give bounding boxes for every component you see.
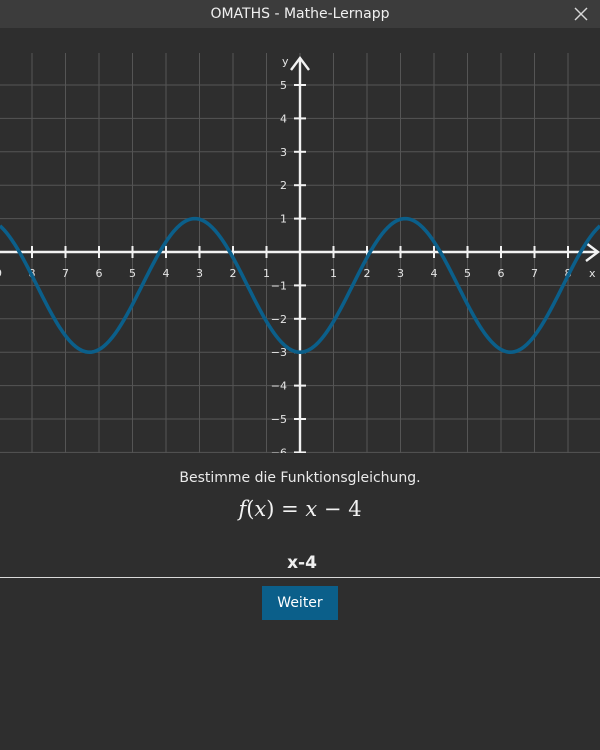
function-formula: f(x) = x − 4: [238, 497, 362, 521]
y-tick-label: 4: [280, 112, 287, 125]
x-axis-label: x: [589, 267, 596, 280]
close-icon[interactable]: [572, 5, 590, 23]
x-tick-label: 3: [397, 267, 404, 280]
y-tick-label: −5: [271, 413, 287, 426]
x-tick-label: 5: [464, 267, 471, 280]
x-tick-label: 3: [196, 267, 203, 280]
answer-input[interactable]: [0, 548, 600, 578]
x-tick-label: 5: [129, 267, 136, 280]
window-title: OMATHS - Mathe-Lernapp: [210, 6, 390, 22]
x-tick-label: 9: [0, 267, 2, 280]
y-tick-label: −4: [271, 380, 287, 393]
function-graph: xy9876543211234567854321−1−2−3−4−5−6: [0, 28, 600, 453]
x-tick-label: 4: [431, 267, 438, 280]
x-tick-label: 2: [364, 267, 371, 280]
x-tick-label: 4: [163, 267, 170, 280]
task-prompt: Bestimme die Funktionsgleichung.: [179, 470, 421, 486]
y-tick-label: −3: [271, 346, 287, 359]
y-tick-label: −2: [271, 313, 287, 326]
y-tick-label: 3: [280, 146, 287, 159]
y-tick-label: −6: [271, 446, 287, 453]
x-tick-label: 7: [62, 267, 69, 280]
x-tick-label: 1: [263, 267, 270, 280]
title-bar: OMATHS - Mathe-Lernapp: [0, 0, 600, 28]
next-button[interactable]: Weiter: [262, 586, 338, 620]
x-tick-label: 2: [230, 267, 237, 280]
x-tick-label: 6: [498, 267, 505, 280]
y-tick-label: 5: [280, 79, 287, 92]
x-tick-label: 7: [531, 267, 538, 280]
y-axis-label: y: [282, 55, 289, 68]
y-tick-label: −1: [271, 279, 287, 292]
y-tick-label: 2: [280, 179, 287, 192]
y-tick-label: 1: [280, 213, 287, 226]
x-tick-label: 6: [96, 267, 103, 280]
x-tick-label: 1: [330, 267, 337, 280]
